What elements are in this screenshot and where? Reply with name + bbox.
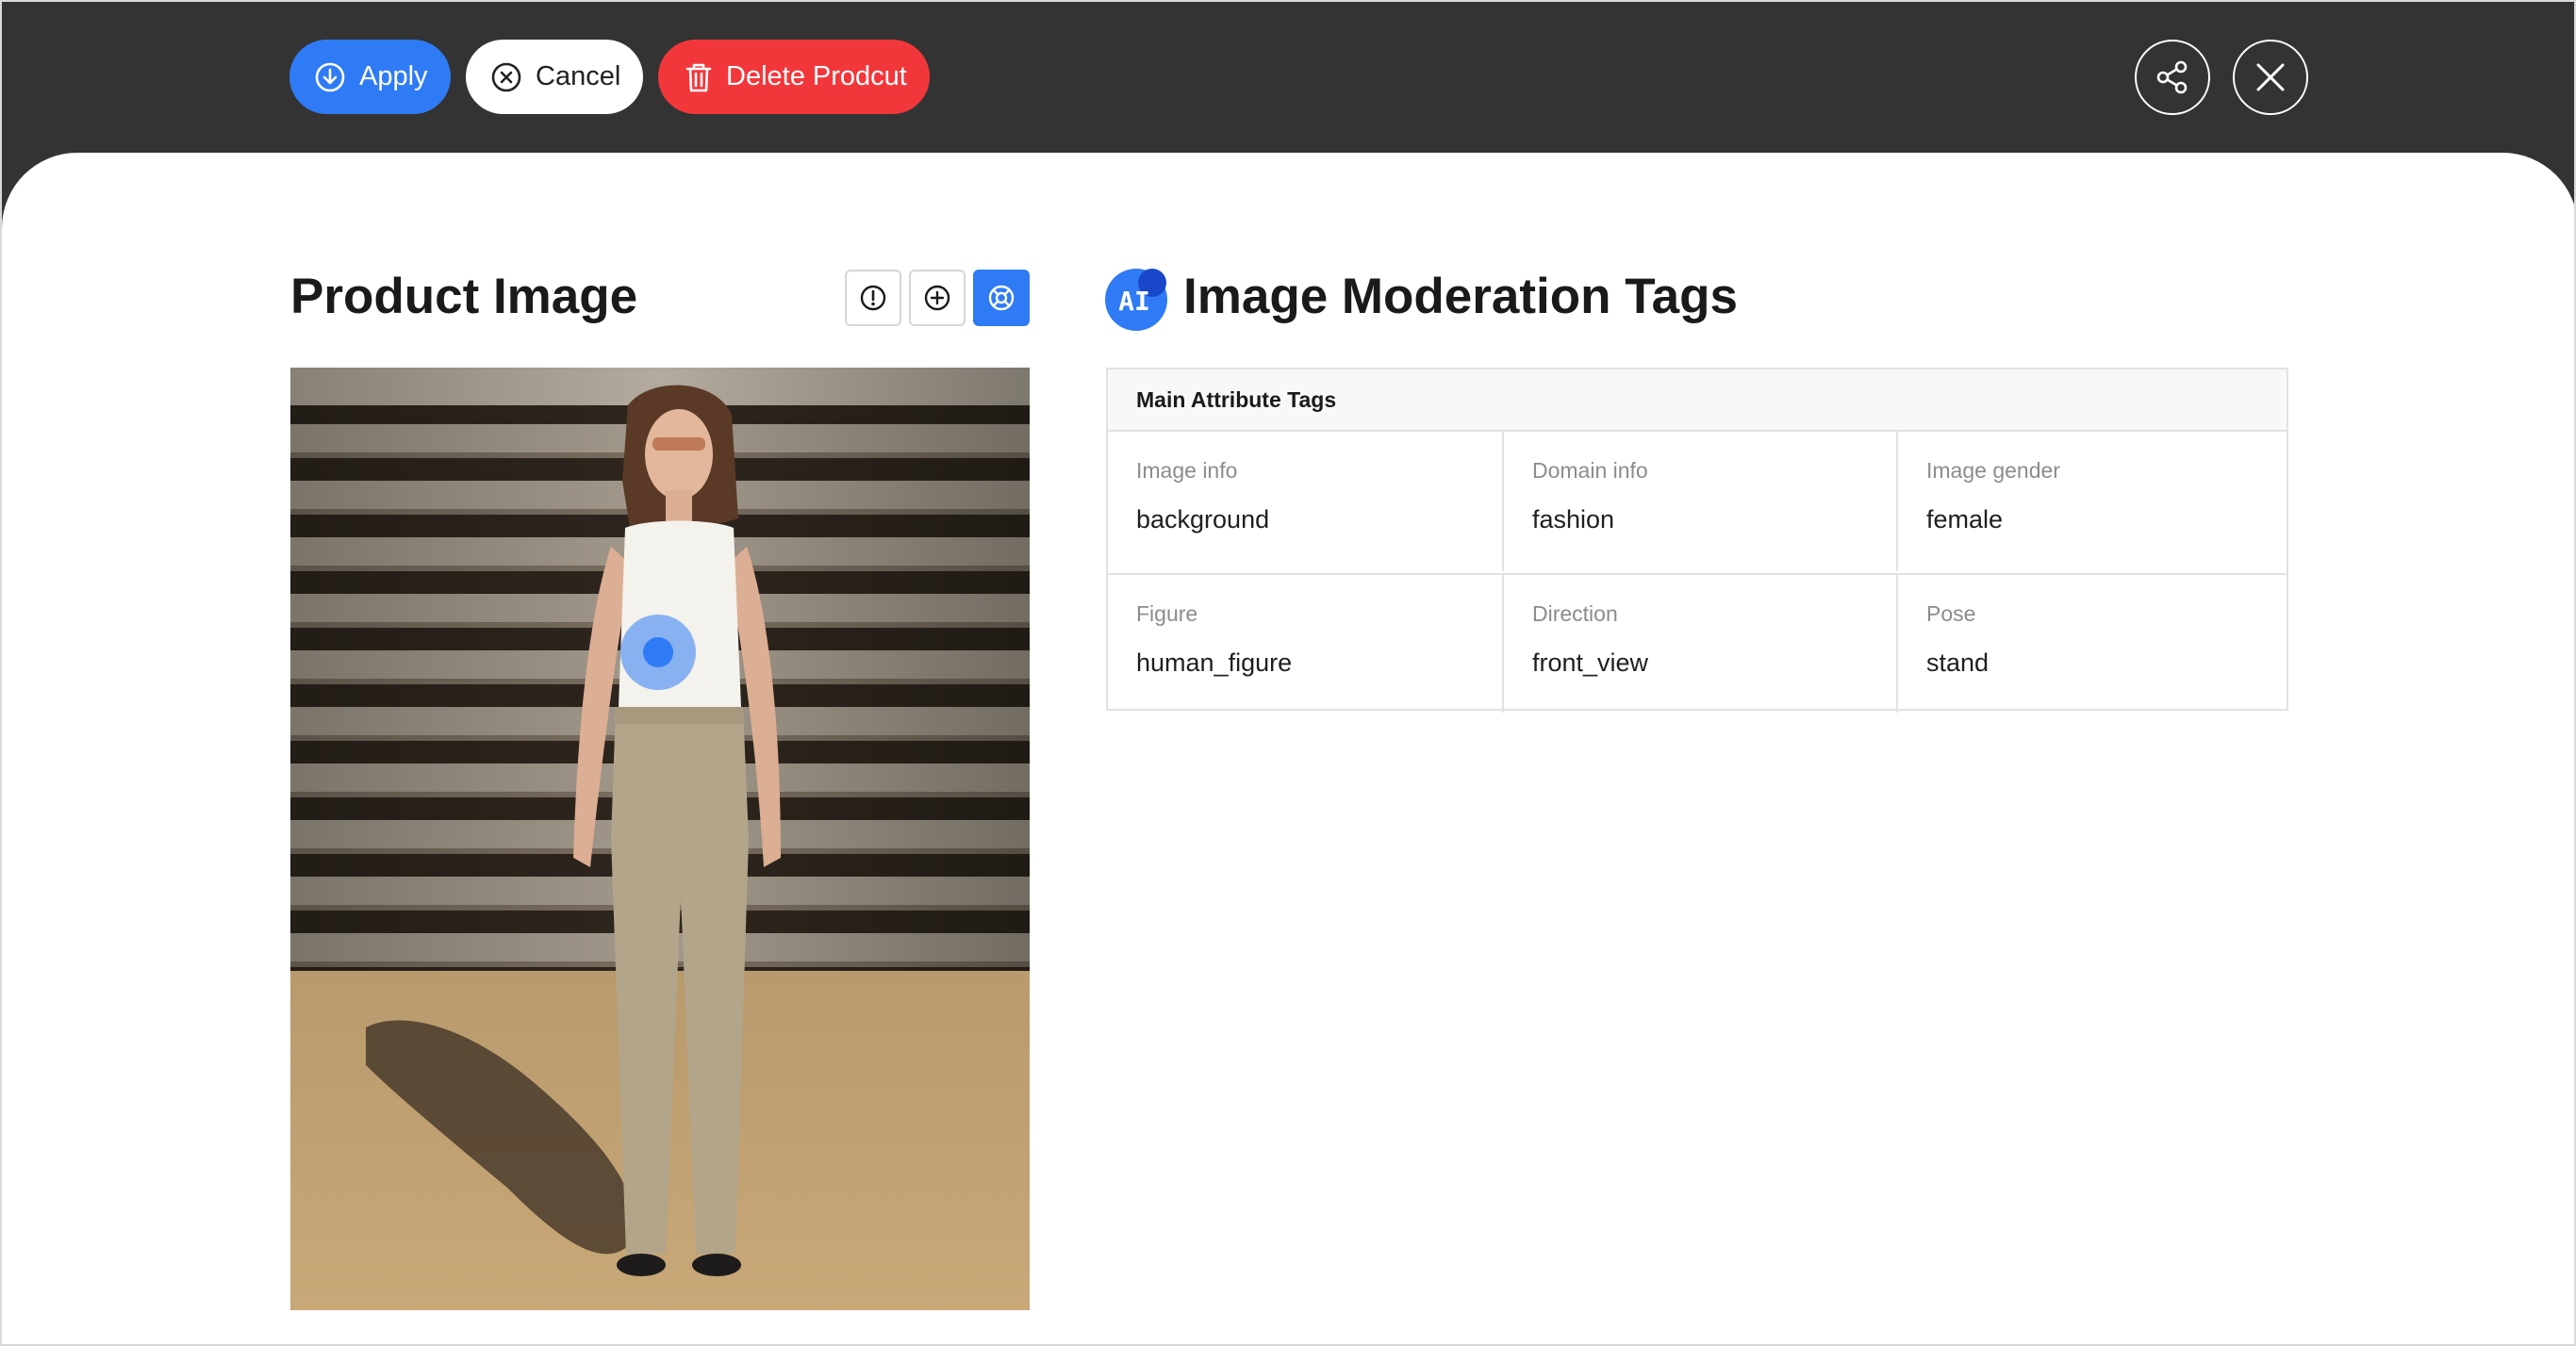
info-tool-button[interactable] <box>845 270 901 326</box>
tag-value: stand <box>1926 648 1990 677</box>
tag-value: background <box>1136 505 1270 533</box>
trash-icon <box>685 63 712 91</box>
share-icon <box>2156 60 2188 94</box>
close-button[interactable] <box>2233 40 2308 115</box>
tag-value: human_figure <box>1136 648 1293 677</box>
zoom-tool-button[interactable] <box>909 270 966 326</box>
tag-label: Direction <box>1532 601 1618 626</box>
tag-label: Figure <box>1136 601 1198 626</box>
product-photo <box>290 368 1030 1310</box>
ai-badge-icon: AI <box>1105 269 1167 331</box>
tag-label: Domain info <box>1532 458 1648 483</box>
tag-label: Image gender <box>1926 458 2060 483</box>
download-circle-icon <box>315 62 345 91</box>
app-frame: Apply Cancel Delete Prodcut Product Imag… <box>0 0 2576 1346</box>
tag-cell-domain-info: Domain info fashion <box>1502 432 1896 571</box>
tag-value: front_view <box>1532 648 1649 677</box>
tag-cell-figure: Figure human_figure <box>1108 573 1502 713</box>
apply-button[interactable]: Apply <box>289 40 451 114</box>
ai-badge-text: AI <box>1118 286 1150 317</box>
cancel-label: Cancel <box>536 61 621 91</box>
attribute-tags-table: Main Attribute Tags Image info backgroun… <box>1106 368 2288 713</box>
product-image-title: Product Image <box>290 269 638 324</box>
cancel-button[interactable]: Cancel <box>466 40 643 114</box>
delete-product-button[interactable]: Delete Prodcut <box>658 40 930 114</box>
tags-table-header: Main Attribute Tags <box>1108 369 2287 432</box>
image-hotspot[interactable] <box>620 615 696 690</box>
zoom-in-icon <box>924 285 950 311</box>
tag-label: Pose <box>1926 601 1976 626</box>
hotspot-dot <box>643 637 673 667</box>
tag-value: fashion <box>1532 505 1615 533</box>
tag-cell-pose: Pose stand <box>1896 573 2287 713</box>
top-toolbar: Apply Cancel Delete Prodcut <box>2 2 2574 153</box>
tag-cell-direction: Direction front_view <box>1502 573 1896 713</box>
content-panel: Product Image AI Image Moderation Tags M… <box>2 153 2574 1344</box>
info-icon <box>860 285 886 311</box>
product-photo-illustration <box>290 368 1030 1310</box>
share-button[interactable] <box>2135 40 2210 115</box>
cancel-circle-icon <box>491 62 521 91</box>
target-icon <box>988 285 1015 311</box>
close-icon <box>2256 63 2285 91</box>
tag-cell-image-info: Image info background <box>1108 432 1502 571</box>
target-tool-button[interactable] <box>973 270 1030 326</box>
tag-cell-image-gender: Image gender female <box>1896 432 2287 571</box>
tag-value: female <box>1926 505 2004 533</box>
moderation-tags-title: Image Moderation Tags <box>1183 269 1738 324</box>
delete-label: Delete Prodcut <box>726 61 907 91</box>
tag-label: Image info <box>1136 458 1238 483</box>
apply-label: Apply <box>359 61 428 91</box>
